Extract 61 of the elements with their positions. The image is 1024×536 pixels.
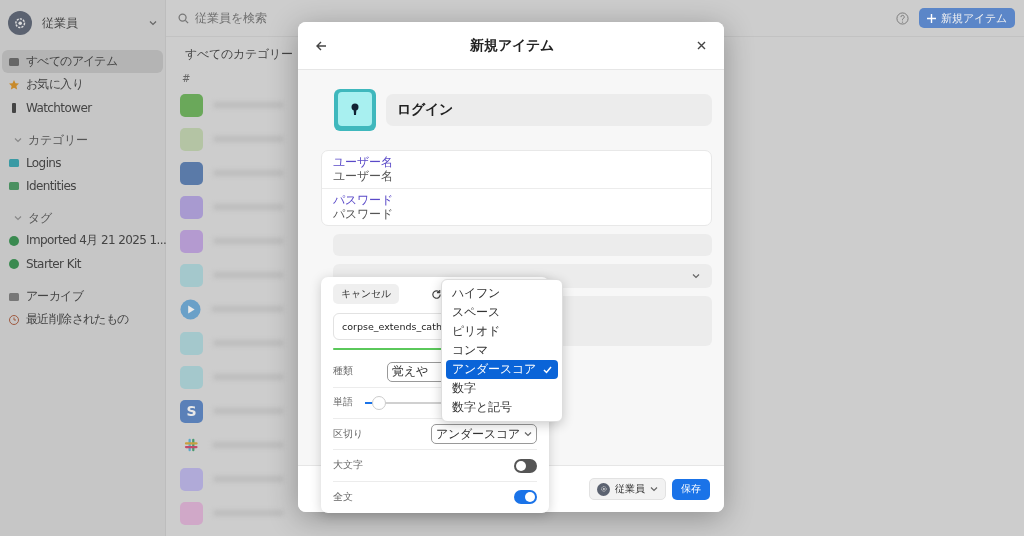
- chevron-down-icon: [650, 486, 658, 492]
- dialog-title: 新規アイテム: [470, 36, 554, 55]
- cancel-button[interactable]: キャンセル: [333, 284, 399, 304]
- chevron-down-icon: [14, 215, 22, 221]
- close-button[interactable]: [697, 41, 706, 50]
- tray-icon: [8, 55, 20, 68]
- section-title[interactable]: カテゴリー: [28, 131, 88, 149]
- check-icon: [543, 365, 552, 374]
- new-item-button[interactable]: 新規アイテム: [919, 8, 1015, 28]
- back-button[interactable]: [316, 40, 327, 51]
- vault-avatar-icon: [597, 482, 610, 496]
- sidebar-item[interactable]: すべてのアイテム: [2, 50, 163, 73]
- sidebar-item[interactable]: 最近削除されたもの: [2, 308, 163, 331]
- tag-icon: [8, 234, 20, 247]
- clock-icon: [8, 313, 20, 326]
- chevron-down-icon: [149, 20, 157, 26]
- sidebar-item[interactable]: お気に入り: [2, 73, 163, 96]
- menu-item[interactable]: コンマ: [446, 341, 558, 360]
- category-filter[interactable]: すべてのカテゴリー: [185, 46, 293, 62]
- toggle-switch[interactable]: [514, 490, 537, 505]
- chevron-down-icon: [524, 431, 532, 438]
- search-field[interactable]: 従業員を検索: [178, 7, 886, 29]
- keyhole-icon: [333, 88, 377, 132]
- account-name[interactable]: 従業員: [42, 14, 139, 32]
- menu-item[interactable]: アンダースコア: [446, 360, 558, 379]
- select-field[interactable]: アンダースコア: [431, 424, 537, 445]
- text-field[interactable]: パスワード パスワード: [322, 188, 711, 225]
- sidebar-item[interactable]: Watchtower: [2, 96, 163, 119]
- plus-icon: [927, 13, 936, 23]
- section-title[interactable]: タグ: [28, 209, 52, 227]
- refresh-icon[interactable]: [431, 288, 442, 300]
- sidebar-item[interactable]: Logins: [2, 151, 163, 174]
- menu-item[interactable]: ハイフン: [446, 284, 558, 303]
- search-icon: [178, 12, 189, 24]
- menu-item[interactable]: 数字: [446, 379, 558, 398]
- archive-box-icon: [8, 290, 20, 303]
- hash-logo-icon: [183, 437, 198, 453]
- option-label: 種類: [333, 365, 353, 378]
- sidebar-item[interactable]: Starter Kit: [2, 252, 163, 275]
- star-icon: [8, 78, 20, 91]
- sidebar-item[interactable]: アーカイブ: [2, 285, 163, 308]
- toggle-switch[interactable]: [514, 458, 537, 473]
- slider-thumb[interactable]: [372, 395, 386, 410]
- text-field[interactable]: ユーザー名 ユーザー名: [322, 151, 711, 188]
- menu-item[interactable]: 数字と記号: [446, 398, 558, 417]
- chevron-down-icon: [692, 273, 700, 279]
- item-name-field[interactable]: ログイン: [386, 94, 712, 126]
- account-avatar-icon: [8, 11, 32, 35]
- vault-selector[interactable]: 従業員: [589, 478, 666, 500]
- option-label: 単語: [333, 396, 353, 410]
- tag-icon: [8, 257, 20, 270]
- chevron-down-icon: [14, 137, 22, 143]
- save-button[interactable]: 保存: [672, 478, 710, 500]
- option-label: 全文: [333, 490, 353, 504]
- option-label: 区切り: [333, 427, 363, 441]
- id-card-icon: [8, 179, 20, 192]
- key-card-icon: [8, 156, 20, 169]
- sidebar-item[interactable]: Identities: [2, 174, 163, 197]
- option-label: 大文字: [333, 459, 363, 473]
- section-letter: #: [182, 73, 192, 84]
- app-tile-icon: S: [180, 399, 203, 423]
